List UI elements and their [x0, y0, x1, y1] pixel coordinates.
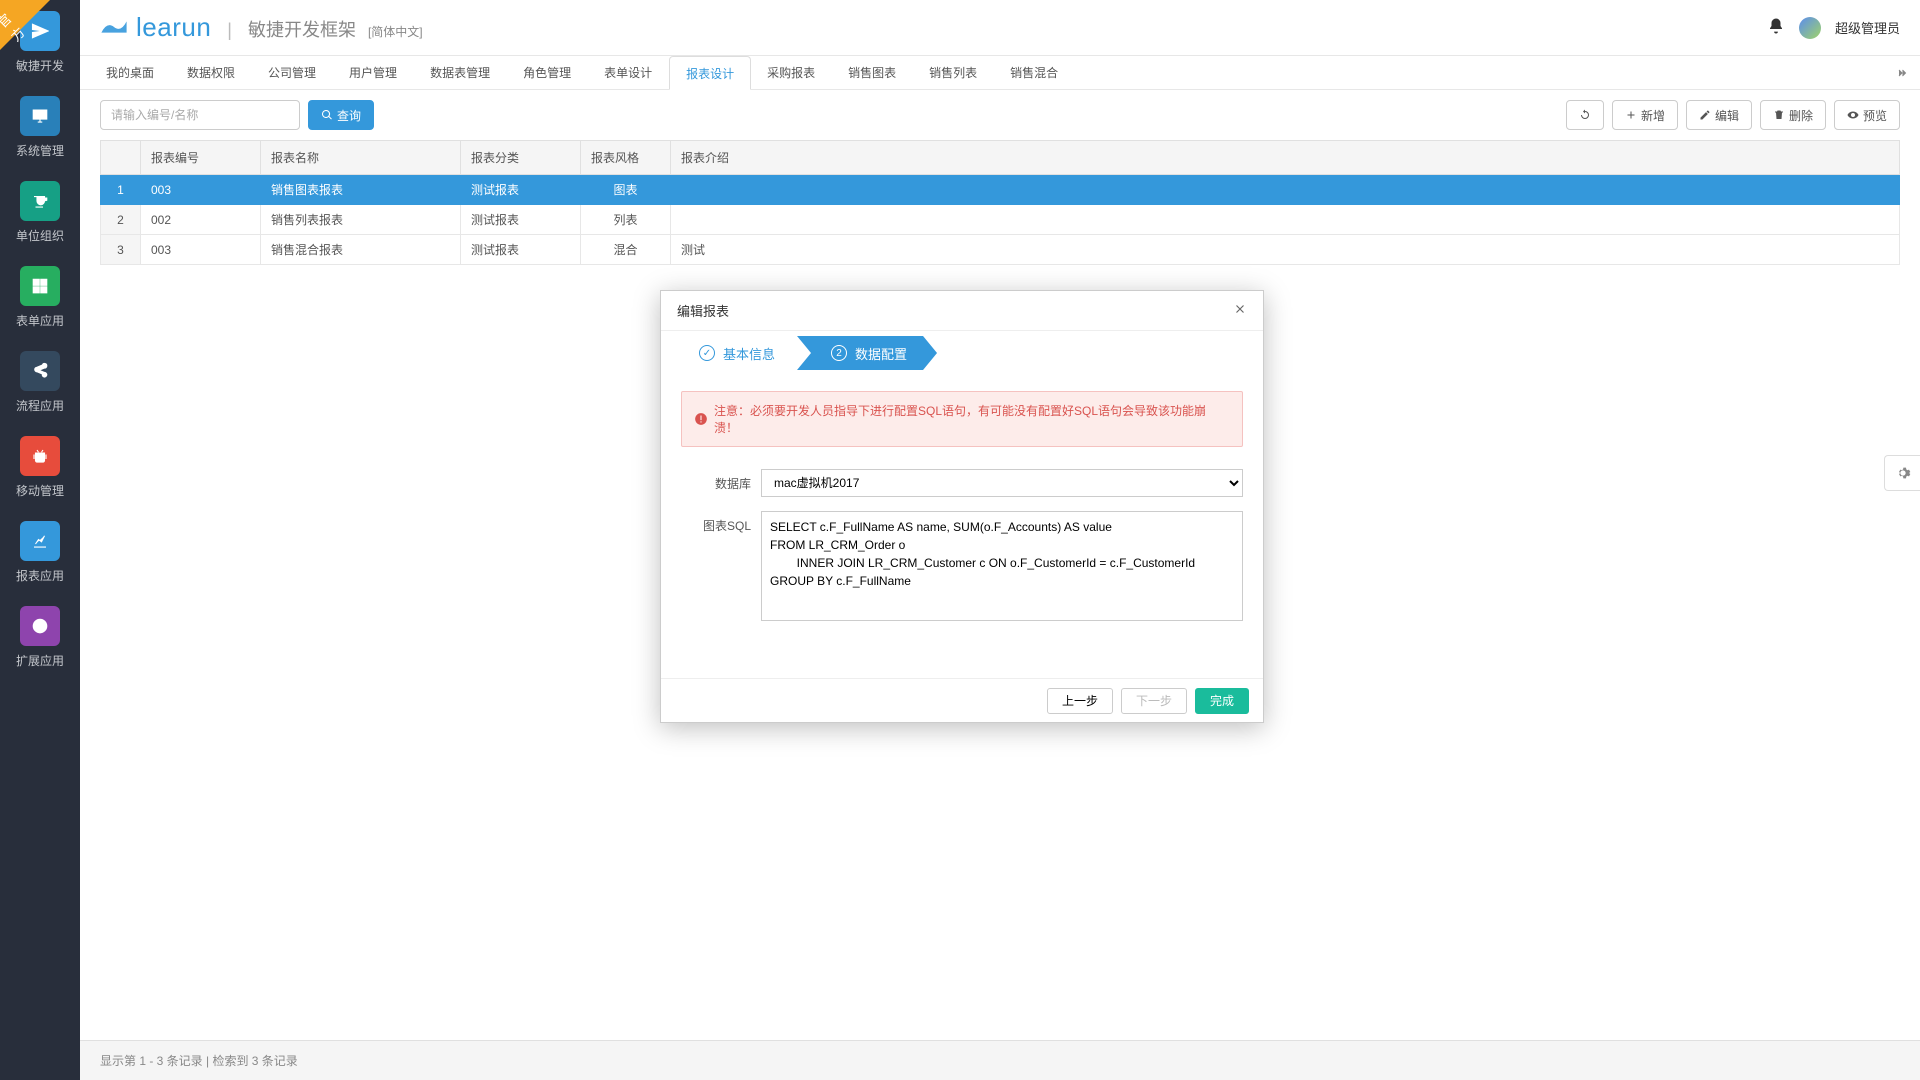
sidebar-item-5[interactable]: 移动管理	[0, 425, 80, 510]
col-header-1[interactable]: 报表编号	[141, 141, 261, 175]
add-button[interactable]: 新增	[1612, 100, 1678, 130]
sidebar-item-4[interactable]: 流程应用	[0, 340, 80, 425]
brand-name: learun	[136, 12, 211, 43]
desktop-icon	[20, 96, 60, 136]
header: learun | 敏捷开发框架 [简体中文] 超级管理员	[80, 0, 1920, 55]
delete-button[interactable]: 删除	[1760, 100, 1826, 130]
brand-logo: learun | 敏捷开发框架 [简体中文]	[100, 12, 423, 43]
grid-icon	[20, 266, 60, 306]
globe-icon	[20, 606, 60, 646]
refresh-button[interactable]	[1566, 100, 1604, 130]
sidebar-item-1[interactable]: 系统管理	[0, 85, 80, 170]
nav-tab-3[interactable]: 用户管理	[333, 56, 414, 89]
wizard-steps: ✓基本信息2数据配置	[661, 331, 1263, 375]
share-icon	[20, 351, 60, 391]
col-header-0[interactable]	[101, 141, 141, 175]
sidebar-item-2[interactable]: 单位组织	[0, 170, 80, 255]
sidebar: 敏捷开发系统管理单位组织表单应用流程应用移动管理报表应用扩展应用	[0, 0, 80, 1080]
logo-icon	[100, 18, 128, 36]
sidebar-item-label: 敏捷开发	[16, 57, 64, 74]
nav-tab-10[interactable]: 销售列表	[913, 56, 994, 89]
edit-button[interactable]: 编辑	[1686, 100, 1752, 130]
nav-tab-6[interactable]: 表单设计	[588, 56, 669, 89]
table-row[interactable]: 3003销售混合报表测试报表混合测试	[101, 235, 1900, 265]
pencil-icon	[1699, 109, 1711, 121]
double-chevron-right-icon	[1896, 67, 1908, 79]
notification-bell-icon[interactable]	[1767, 17, 1785, 38]
nav-close-all[interactable]	[1884, 56, 1920, 89]
modal-title: 编辑报表	[677, 301, 729, 320]
nav-tab-2[interactable]: 公司管理	[252, 56, 333, 89]
nav-tab-11[interactable]: 销售混合	[994, 56, 1075, 89]
table-row[interactable]: 2002销售列表报表测试报表列表	[101, 205, 1900, 235]
trash-icon	[1773, 109, 1785, 121]
search-button[interactable]: 查询	[308, 100, 374, 130]
locale-switcher[interactable]: [简体中文]	[368, 23, 423, 40]
plus-icon	[1625, 109, 1637, 121]
modal-header: 编辑报表	[661, 291, 1263, 331]
cup-icon	[20, 181, 60, 221]
warning-icon	[694, 412, 708, 426]
nav-tab-7[interactable]: 报表设计	[669, 56, 751, 90]
sidebar-item-label: 系统管理	[16, 142, 64, 159]
prev-step-button[interactable]: 上一步	[1047, 688, 1113, 714]
user-name[interactable]: 超级管理员	[1835, 18, 1900, 37]
sidebar-item-label: 扩展应用	[16, 652, 64, 669]
chart-sql-textarea[interactable]	[761, 511, 1243, 621]
nav-tab-0[interactable]: 我的桌面	[90, 56, 171, 89]
modal-close-button[interactable]	[1233, 300, 1247, 321]
col-header-5[interactable]: 报表介绍	[671, 141, 1900, 175]
nav-tab-8[interactable]: 采购报表	[751, 56, 832, 89]
avatar[interactable]	[1799, 17, 1821, 39]
sql-label: 图表SQL	[681, 511, 761, 534]
table-row[interactable]: 1003销售图表报表测试报表图表	[101, 175, 1900, 205]
warning-alert: 注意：必须要开发人员指导下进行配置SQL语句，有可能没有配置好SQL语句会导致该…	[681, 391, 1243, 447]
close-icon	[1233, 302, 1247, 316]
db-label: 数据库	[681, 469, 761, 492]
col-header-3[interactable]: 报表分类	[461, 141, 581, 175]
sidebar-item-6[interactable]: 报表应用	[0, 510, 80, 595]
edit-report-modal: 编辑报表 ✓基本信息2数据配置 注意：必须要开发人员指导下进行配置SQL语句，有…	[660, 290, 1264, 723]
database-select[interactable]: mac虚拟机2017	[761, 469, 1243, 497]
gear-icon	[1895, 465, 1911, 481]
pagination-footer: 显示第 1 - 3 条记录 | 检索到 3 条记录	[80, 1040, 1920, 1080]
toolbar: 查询 新增 编辑 删除 预览	[80, 90, 1920, 140]
wizard-step-0[interactable]: ✓基本信息	[673, 336, 797, 370]
modal-footer: 上一步 下一步 完成	[661, 678, 1263, 722]
sidebar-item-label: 单位组织	[16, 227, 64, 244]
preview-button[interactable]: 预览	[1834, 100, 1900, 130]
brand-subtitle: 敏捷开发框架	[248, 16, 356, 42]
nav-tab-9[interactable]: 销售图表	[832, 56, 913, 89]
refresh-icon	[1579, 109, 1591, 121]
next-step-button: 下一步	[1121, 688, 1187, 714]
sidebar-item-label: 移动管理	[16, 482, 64, 499]
nav-tab-4[interactable]: 数据表管理	[414, 56, 507, 89]
official-corner-badge: 官方	[0, 0, 50, 50]
nav-tab-5[interactable]: 角色管理	[507, 56, 588, 89]
finish-button[interactable]: 完成	[1195, 688, 1249, 714]
sidebar-item-7[interactable]: 扩展应用	[0, 595, 80, 680]
nav-tab-1[interactable]: 数据权限	[171, 56, 252, 89]
sidebar-item-label: 表单应用	[16, 312, 64, 329]
android-icon	[20, 436, 60, 476]
search-input[interactable]	[100, 100, 300, 130]
eye-icon	[1847, 109, 1859, 121]
col-header-4[interactable]: 报表风格	[581, 141, 671, 175]
sidebar-item-3[interactable]: 表单应用	[0, 255, 80, 340]
sidebar-item-label: 报表应用	[16, 567, 64, 584]
sidebar-item-label: 流程应用	[16, 397, 64, 414]
nav-tabs: 我的桌面数据权限公司管理用户管理数据表管理角色管理表单设计报表设计采购报表销售图…	[80, 55, 1920, 90]
settings-toggle[interactable]	[1884, 455, 1920, 491]
chart-icon	[20, 521, 60, 561]
col-header-2[interactable]: 报表名称	[261, 141, 461, 175]
wizard-step-1[interactable]: 2数据配置	[797, 336, 937, 370]
